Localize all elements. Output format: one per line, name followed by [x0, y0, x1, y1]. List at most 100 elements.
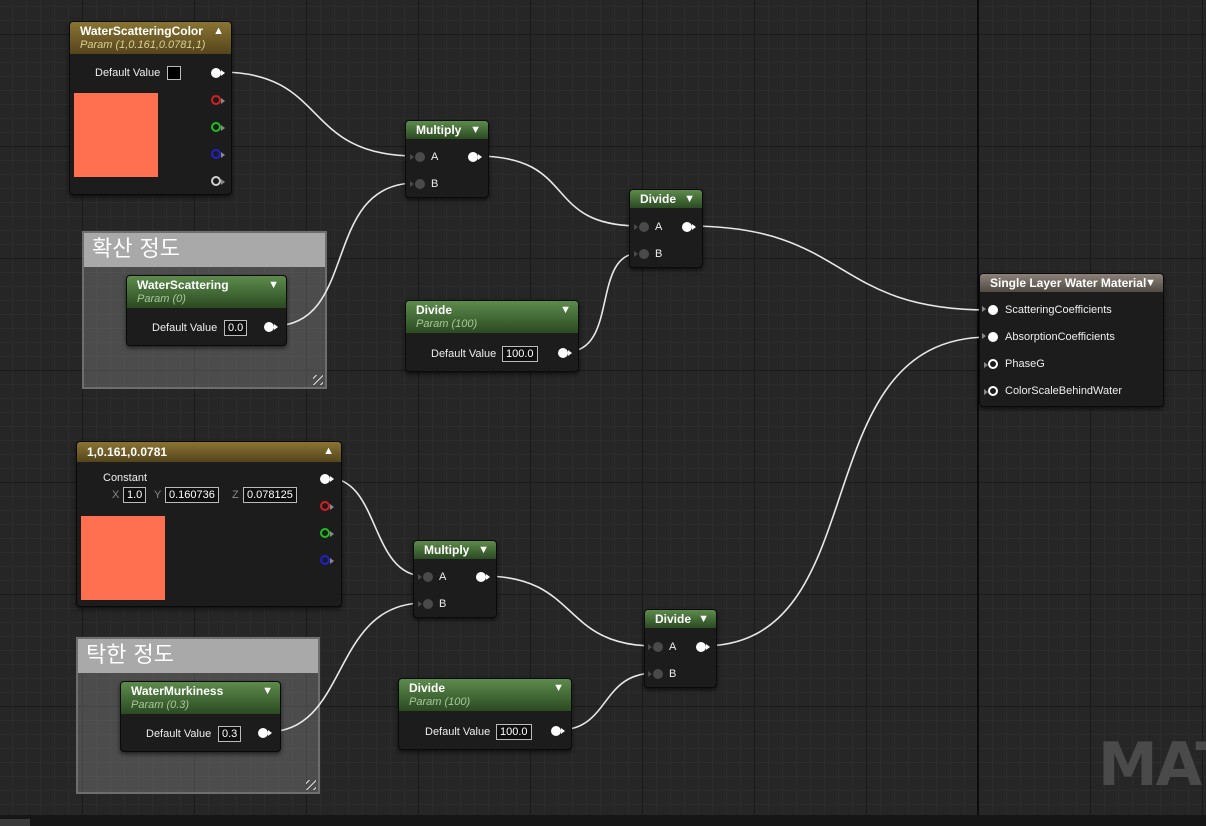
output-pin-rgb[interactable]: [320, 474, 334, 484]
chevron-down-icon[interactable]: ▼: [268, 279, 279, 291]
input-pin-a[interactable]: [418, 572, 433, 582]
output-pin[interactable]: [682, 222, 696, 232]
input-pin-b[interactable]: [648, 669, 663, 679]
pin-label: AbsorptionCoefficients: [1005, 331, 1115, 343]
comment-title[interactable]: 탁한 정도: [78, 639, 318, 673]
input-pin-a[interactable]: [634, 222, 649, 232]
pin-label-b: B: [431, 178, 439, 190]
chevron-down-icon[interactable]: ▼: [1145, 277, 1156, 289]
output-pin[interactable]: [258, 728, 272, 738]
output-pin-r[interactable]: [211, 95, 225, 105]
pin-label-b: B: [655, 248, 663, 260]
node-water-scattering[interactable]: WaterScattering Param (0) ▼ Default Valu…: [126, 275, 287, 346]
output-pin-g[interactable]: [320, 528, 334, 538]
wire[interactable]: [688, 225, 990, 311]
chevron-down-icon[interactable]: ▼: [470, 124, 481, 136]
pin-label-a: A: [431, 151, 439, 163]
node-header[interactable]: Multiply ▼: [414, 541, 496, 559]
wire[interactable]: [702, 336, 990, 647]
scrollbar-thumb[interactable]: [0, 819, 30, 826]
node-header[interactable]: 1,0.161,0.0781 ▲: [77, 442, 341, 462]
comment-title[interactable]: 확산 정도: [84, 233, 325, 267]
resize-grip-icon[interactable]: [306, 780, 316, 790]
chevron-down-icon[interactable]: ▼: [684, 193, 695, 205]
node-divide[interactable]: Divide ▼ A B: [629, 189, 703, 268]
z-value-field[interactable]: 0.078125: [243, 487, 297, 503]
node-header[interactable]: Divide ▼: [630, 190, 702, 208]
default-value-label: Default Value: [431, 348, 497, 360]
graph-splitter-line: [977, 0, 979, 815]
default-color-swatch[interactable]: [167, 66, 181, 80]
wire[interactable]: [475, 155, 641, 227]
wire[interactable]: [558, 672, 656, 731]
node-water-scattering-color[interactable]: WaterScatteringColor Param (1,0.161,0.07…: [69, 21, 232, 195]
graph-watermark: MAT: [1098, 730, 1206, 800]
output-pin-b[interactable]: [211, 149, 225, 159]
input-pin-phase-g[interactable]: [984, 359, 998, 369]
output-pin-r[interactable]: [320, 501, 334, 511]
x-label: X: [112, 489, 120, 501]
node-multiply[interactable]: Multiply ▼ A B: [413, 540, 497, 618]
input-pin-b[interactable]: [410, 179, 425, 189]
node-divide[interactable]: Divide ▼ A B: [644, 609, 717, 688]
wire[interactable]: [483, 575, 656, 647]
bottom-scrollbar[interactable]: [0, 815, 1206, 826]
pin-label-a: A: [439, 571, 447, 583]
input-pin-b[interactable]: [634, 249, 649, 259]
output-pin[interactable]: [476, 572, 490, 582]
chevron-down-icon[interactable]: ▼: [698, 613, 709, 625]
x-value-field[interactable]: 1.0: [123, 487, 147, 503]
output-pin[interactable]: [696, 642, 710, 652]
output-pin[interactable]: [468, 152, 482, 162]
resize-grip-icon[interactable]: [313, 375, 323, 385]
chevron-down-icon[interactable]: ▼: [478, 544, 489, 556]
node-header[interactable]: Divide ▼: [645, 610, 716, 628]
node-header[interactable]: WaterScatteringColor Param (1,0.161,0.07…: [70, 22, 231, 54]
node-water-murkiness[interactable]: WaterMurkiness Param (0.3) ▼ Default Val…: [120, 681, 281, 752]
chevron-down-icon[interactable]: ▼: [553, 682, 564, 694]
node-constant-vector[interactable]: 1,0.161,0.0781 ▲ Constant X 1.0 Y 0.1607…: [76, 441, 342, 607]
node-header[interactable]: Divide Param (100) ▼: [399, 679, 571, 711]
node-multiply[interactable]: Multiply ▼ A B: [405, 120, 489, 198]
y-label: Y: [154, 489, 162, 501]
input-pin-color-scale-behind-water[interactable]: [984, 386, 998, 396]
node-subtitle: Param (0): [137, 293, 186, 305]
node-title: Divide: [409, 681, 446, 695]
output-pin[interactable]: [551, 726, 565, 736]
output-pin-rgb[interactable]: [211, 68, 225, 78]
default-value-field[interactable]: 0.3: [218, 726, 242, 742]
wire[interactable]: [327, 477, 425, 577]
chevron-up-icon[interactable]: ▲: [323, 445, 334, 457]
node-header[interactable]: Single Layer Water Material ▼: [980, 274, 1163, 292]
default-value-field[interactable]: 0.0: [224, 320, 248, 336]
default-value-label: Default Value: [425, 726, 491, 738]
input-pin-absorption-coefficients[interactable]: [982, 332, 998, 342]
default-value-field[interactable]: 100.0: [502, 346, 538, 362]
node-divide-param[interactable]: Divide Param (100) ▼ Default Value 100.0: [405, 300, 579, 372]
wire[interactable]: [219, 71, 417, 157]
chevron-down-icon[interactable]: ▼: [560, 304, 571, 316]
output-pin-b[interactable]: [320, 555, 334, 565]
chevron-up-icon[interactable]: ▲: [213, 25, 224, 37]
color-preview: [81, 516, 165, 600]
output-pin-g[interactable]: [211, 122, 225, 132]
input-pin-scattering-coefficients[interactable]: [982, 305, 998, 315]
output-pin[interactable]: [264, 322, 278, 332]
output-pin-a[interactable]: [211, 176, 225, 186]
node-header[interactable]: Divide Param (100) ▼: [406, 301, 578, 333]
node-single-layer-water-material[interactable]: Single Layer Water Material ▼ Scattering…: [979, 273, 1164, 407]
pin-label-b: B: [439, 598, 447, 610]
input-pin-a[interactable]: [410, 152, 425, 162]
default-value-field[interactable]: 100.0: [496, 724, 532, 740]
pin-label-a: A: [655, 221, 663, 233]
node-header[interactable]: WaterScattering Param (0) ▼: [127, 276, 286, 308]
y-value-field[interactable]: 0.160736: [165, 487, 219, 503]
input-pin-b[interactable]: [418, 599, 433, 609]
node-header[interactable]: WaterMurkiness Param (0.3) ▼: [121, 682, 280, 714]
node-divide-param[interactable]: Divide Param (100) ▼ Default Value 100.0: [398, 678, 572, 750]
z-label: Z: [232, 489, 239, 501]
output-pin[interactable]: [558, 348, 572, 358]
input-pin-a[interactable]: [648, 642, 663, 652]
chevron-down-icon[interactable]: ▼: [262, 685, 273, 697]
node-header[interactable]: Multiply ▼: [406, 121, 488, 139]
